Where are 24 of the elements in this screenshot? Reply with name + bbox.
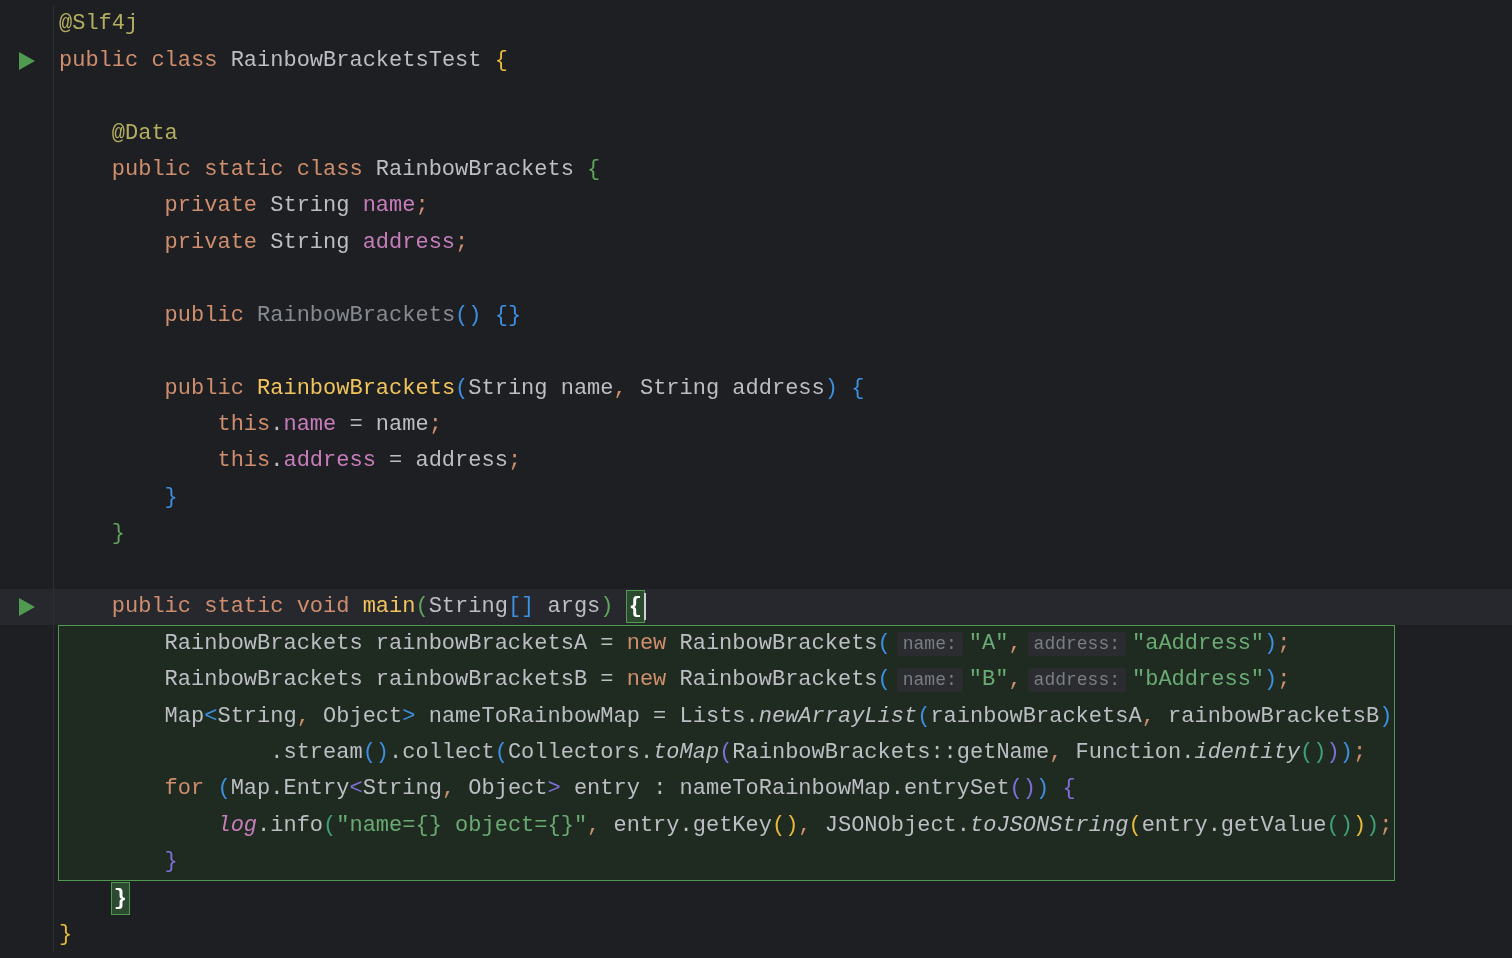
code-line: RainbowBrackets rainbowBracketsA = new RainbowBrackets( name: "A", address: "aAddress"); xyxy=(163,630,1291,659)
code-line: public static class RainbowBrackets { xyxy=(110,155,601,184)
code-line: } xyxy=(110,520,125,549)
code-line: private String name; xyxy=(163,192,429,221)
code-line: .stream().collect(Collectors.toMap(RainbowBrackets::getName, Function.identity())); xyxy=(269,738,1367,767)
code-line: } xyxy=(59,883,129,914)
run-icon[interactable] xyxy=(17,597,36,618)
code-line: RainbowBrackets rainbowBracketsB = new RainbowBrackets( name: "B", address: "bAddress"); xyxy=(163,666,1291,695)
code-line: for (Map.Entry<String, Object> entry : nameToRainbowMap.entrySet()) { xyxy=(163,775,1076,804)
code-line: @Slf4j xyxy=(59,10,139,39)
code-line: } xyxy=(163,483,178,512)
code-line: public static void main(String[] args) { xyxy=(59,592,644,623)
run-icon[interactable] xyxy=(17,50,36,71)
code-line: Map<String, Object> nameToRainbowMap = Lists.newArrayList(rainbowBracketsA, rainbowBracketsB) xyxy=(163,702,1393,731)
code-line: this.address = address; xyxy=(216,447,522,476)
code-line: } xyxy=(163,847,178,876)
code-line: public RainbowBrackets() {} xyxy=(163,301,522,330)
code-line: @Data xyxy=(110,119,178,148)
code-line: public RainbowBrackets(String name, String address) { xyxy=(163,374,865,403)
code-line: log.info("name={} object={}", entry.getKey(), JSONObject.toJSONString(entry.getValue())); xyxy=(216,811,1393,840)
code-line: public class RainbowBracketsTest { xyxy=(59,46,508,75)
code-line: } xyxy=(59,921,73,950)
code-line: private String address; xyxy=(163,228,469,257)
code-line: this.name = name; xyxy=(216,411,442,440)
